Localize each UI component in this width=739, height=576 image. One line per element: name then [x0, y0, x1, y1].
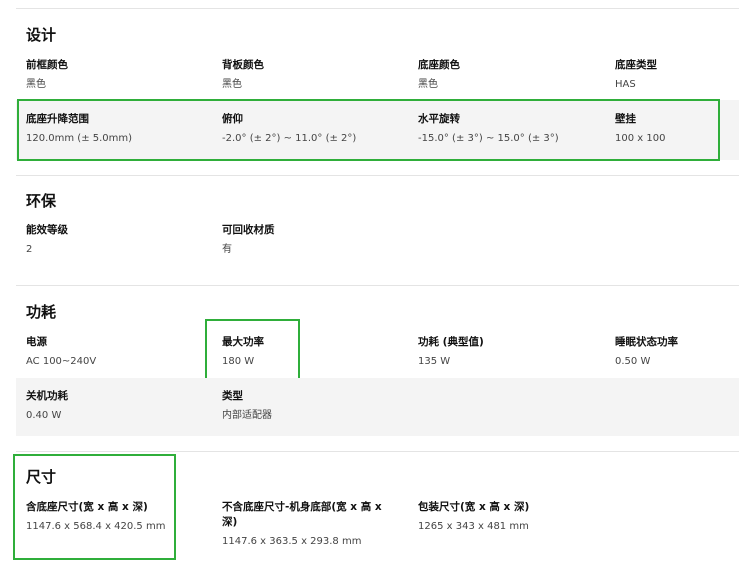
spec-front-bezel-color: 前框颜色 黑色 — [26, 58, 211, 92]
spec-label: 功耗 (典型值) — [418, 336, 484, 348]
spec-label: 背板颜色 — [222, 59, 264, 71]
spec-label: 能效等级 — [26, 224, 68, 236]
divider — [16, 175, 739, 176]
spec-label: 底座颜色 — [418, 59, 460, 71]
spec-label: 类型 — [222, 390, 243, 402]
spec-value: 黑色 — [418, 79, 438, 90]
spec-value: HAS — [615, 79, 636, 90]
spec-power-supply: 电源 AC 100~240V — [26, 335, 211, 369]
spec-value: 135 W — [418, 356, 451, 367]
spec-energy-class: 能效等级 2 — [26, 223, 211, 257]
spec-adapter-type: 类型 内部适配器 — [222, 389, 407, 423]
spec-back-color: 背板颜色 黑色 — [222, 58, 407, 92]
spec-label: 可回收材质 — [222, 224, 275, 236]
spec-value: 内部适配器 — [222, 410, 272, 421]
spec-size-without-stand: 不含底座尺寸-机身底部(宽 x 高 x 深) 1147.6 x 363.5 x … — [222, 500, 397, 549]
divider — [16, 285, 739, 286]
spec-stand-color: 底座颜色 黑色 — [418, 58, 603, 92]
spec-label: 睡眠状态功率 — [615, 336, 678, 348]
spec-value: 1147.6 x 363.5 x 293.8 mm — [222, 536, 362, 547]
section-title-environment: 环保 — [26, 192, 57, 210]
spec-label: 底座类型 — [615, 59, 657, 71]
highlight-box — [17, 99, 720, 161]
spec-typical-power: 功耗 (典型值) 135 W — [418, 335, 603, 369]
spec-value: 1265 x 343 x 481 mm — [418, 521, 529, 532]
spec-recyclable-material: 可回收材质 有 — [222, 223, 407, 257]
spec-value: 黑色 — [222, 79, 242, 90]
spec-sleep-power: 睡眠状态功率 0.50 W — [615, 335, 739, 369]
spec-label: 电源 — [26, 336, 47, 348]
spec-label: 不含底座尺寸-机身底部(宽 x 高 x 深) — [222, 501, 382, 528]
section-title-power: 功耗 — [26, 303, 57, 321]
spec-value: AC 100~240V — [26, 356, 97, 367]
spec-value: 0.40 W — [26, 410, 62, 421]
spec-label: 前框颜色 — [26, 59, 68, 71]
spec-value: 有 — [222, 244, 232, 255]
spec-off-power: 关机功耗 0.40 W — [26, 389, 211, 423]
spec-label: 包装尺寸(宽 x 高 x 深) — [418, 501, 530, 513]
highlight-box — [13, 454, 176, 560]
spec-label: 关机功耗 — [26, 390, 68, 402]
divider — [16, 451, 739, 452]
highlight-box — [205, 319, 300, 380]
spec-value: 2 — [26, 244, 33, 255]
spec-stand-type: 底座类型 HAS — [615, 58, 739, 92]
section-title-design: 设计 — [26, 26, 57, 44]
spec-value: 0.50 W — [615, 356, 651, 367]
divider — [16, 8, 739, 9]
spec-value: 黑色 — [26, 79, 46, 90]
spec-package-size: 包装尺寸(宽 x 高 x 深) 1265 x 343 x 481 mm — [418, 500, 603, 534]
